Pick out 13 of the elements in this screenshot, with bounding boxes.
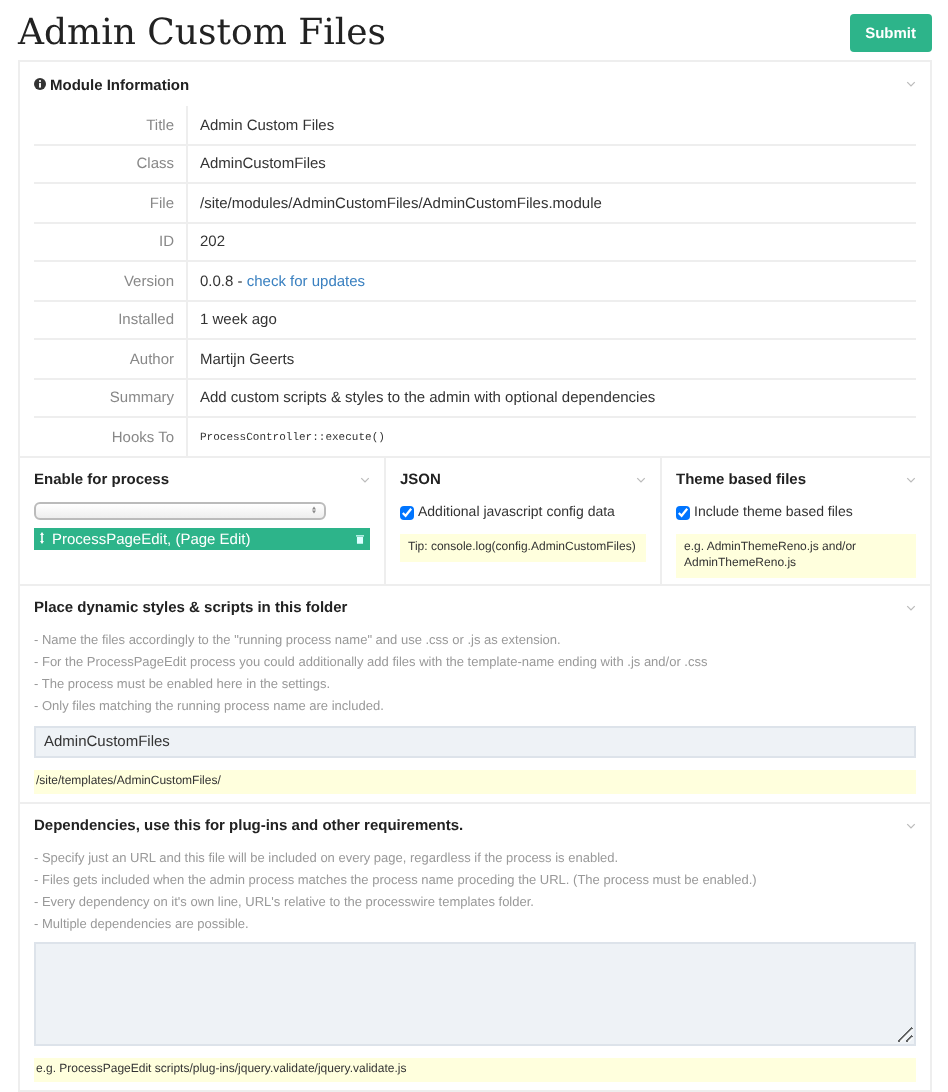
collapse-icon[interactable] bbox=[906, 475, 916, 483]
collapse-icon[interactable] bbox=[906, 821, 916, 830]
collapse-icon[interactable] bbox=[636, 475, 646, 483]
checkbox[interactable] bbox=[676, 506, 690, 520]
collapse-icon[interactable] bbox=[360, 475, 370, 483]
trash-icon[interactable] bbox=[356, 533, 364, 543]
dependencies-textarea[interactable] bbox=[34, 941, 916, 1046]
page-title: Admin Custom Files bbox=[18, 12, 387, 54]
checkbox[interactable] bbox=[400, 506, 414, 520]
info-icon bbox=[34, 78, 46, 90]
process-select[interactable] bbox=[34, 501, 326, 519]
collapse-icon[interactable] bbox=[906, 603, 916, 611]
collapse-icon[interactable] bbox=[906, 80, 916, 88]
